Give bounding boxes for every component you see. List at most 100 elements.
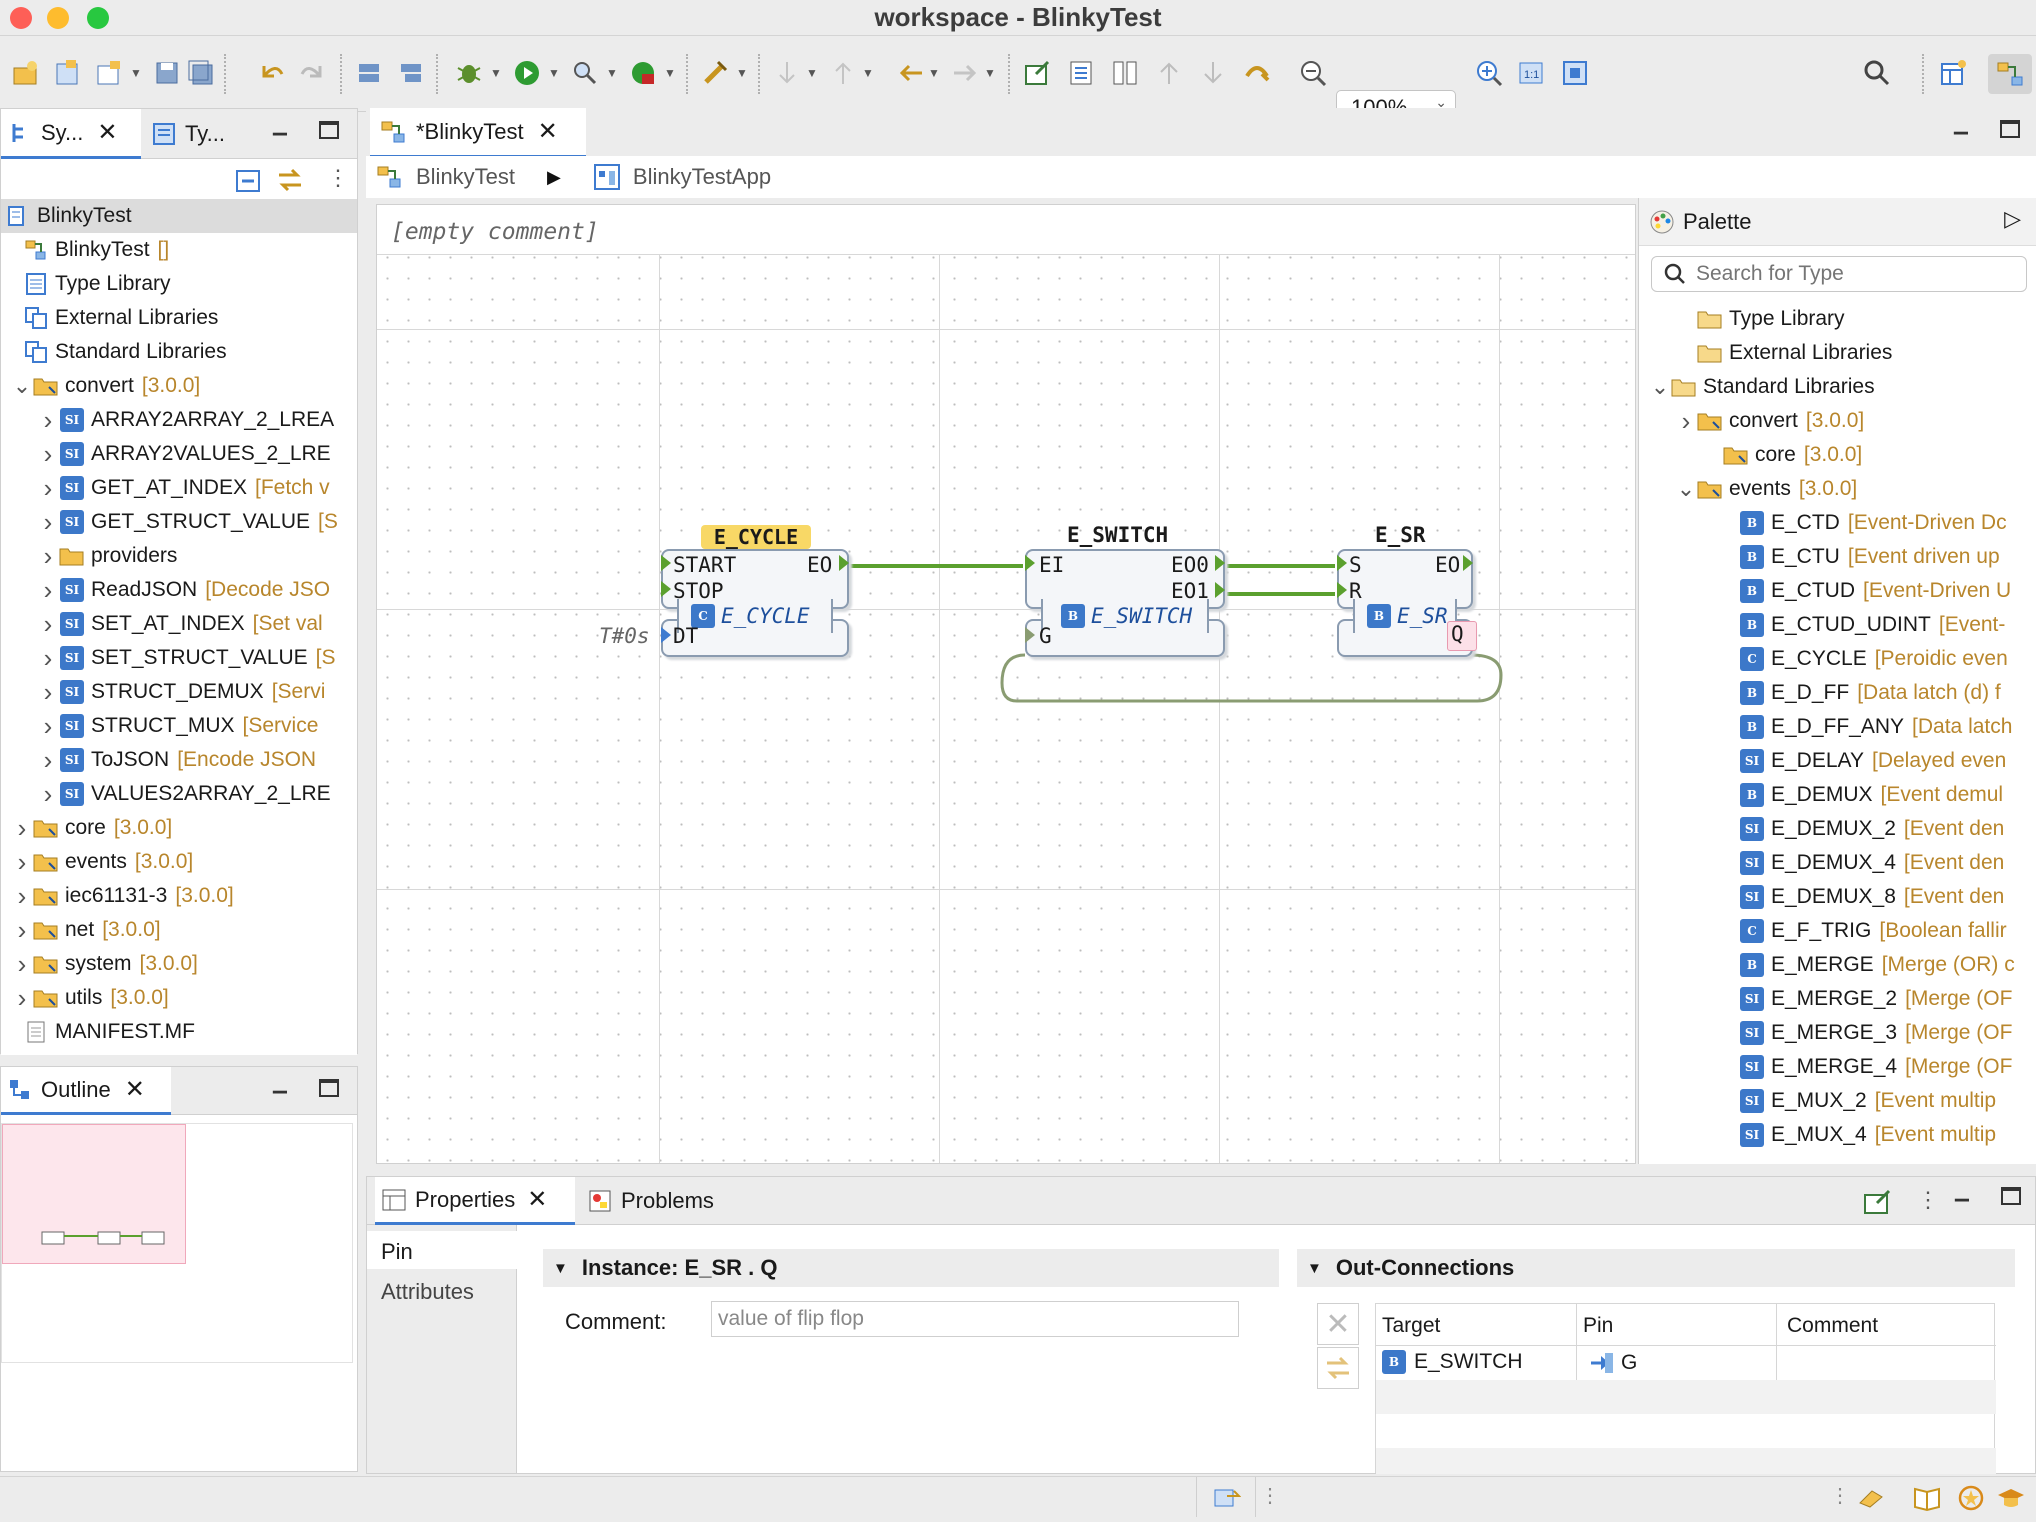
close-icon[interactable]: ✕ xyxy=(97,118,117,147)
delete-connection-icon[interactable]: ✕ xyxy=(1317,1303,1359,1345)
palette-fb-item[interactable]: C E_CYCLE [Peroidic even xyxy=(1639,642,2036,676)
connection-icon[interactable] xyxy=(1240,56,1274,90)
save-icon[interactable] xyxy=(150,56,184,90)
palette-fb-item[interactable]: B E_DEMUX [Event demul xyxy=(1639,778,2036,812)
tip-icon[interactable] xyxy=(1856,1483,1886,1513)
tree-item-library[interactable]: › events [3.0.0] xyxy=(1,845,357,879)
tree-item-library[interactable]: › utils [3.0.0] xyxy=(1,981,357,1015)
column-pin[interactable]: Pin xyxy=(1576,1304,1619,1346)
new-file-icon[interactable] xyxy=(50,56,84,90)
chevron-right-icon[interactable]: › xyxy=(11,847,33,878)
fb-network-canvas[interactable]: [empty comment] E_CYCLE C E_CYCLE START … xyxy=(376,204,1636,1164)
maximize-icon[interactable] xyxy=(2001,1187,2021,1205)
maximize-icon[interactable] xyxy=(2000,120,2020,138)
progress-icon[interactable] xyxy=(1196,1477,1256,1517)
palette-fb-item[interactable]: B E_CTUD [Event-Driven U xyxy=(1639,574,2036,608)
new-type-icon[interactable] xyxy=(92,56,126,90)
chevron-down-icon[interactable]: ⌄ xyxy=(11,373,33,399)
back-dropdown-icon[interactable]: ▼ xyxy=(928,66,940,80)
chevron-right-icon[interactable]: › xyxy=(37,643,59,674)
minimize-icon[interactable]: ▁ xyxy=(273,1073,287,1094)
tree-item-standard-libraries[interactable]: Standard Libraries xyxy=(1,335,357,369)
palette-events[interactable]: ⌄ events [3.0.0] xyxy=(1639,472,2036,506)
connection-q-g[interactable] xyxy=(1000,653,1503,703)
minimize-icon[interactable]: ▁ xyxy=(273,115,287,136)
properties-view-icon[interactable] xyxy=(1064,56,1098,90)
section-attributes[interactable]: Attributes xyxy=(367,1271,517,1309)
chevron-right-icon[interactable]: › xyxy=(11,949,33,980)
chevron-right-icon[interactable]: › xyxy=(37,609,59,640)
tree-item-convert-child[interactable]: › SI STRUCT_MUX [Service xyxy=(1,709,357,743)
pin-start[interactable]: START xyxy=(673,553,736,577)
debug-icon[interactable] xyxy=(452,56,486,90)
chevron-right-icon[interactable]: › xyxy=(1675,406,1697,437)
tree-item-convert-child[interactable]: › providers xyxy=(1,539,357,573)
goto-target-icon[interactable] xyxy=(1317,1347,1359,1389)
debug-dropdown-icon[interactable]: ▼ xyxy=(490,66,502,80)
palette-fb-item[interactable]: SI E_MERGE_2 [Merge (OF xyxy=(1639,982,2036,1016)
next-annotation-icon[interactable] xyxy=(770,56,804,90)
tree-item-convert-child[interactable]: › SI SET_STRUCT_VALUE [S xyxy=(1,641,357,675)
chevron-right-icon[interactable]: › xyxy=(11,983,33,1014)
tree-item-convert-child[interactable]: › SI ARRAY2VALUES_2_LRE xyxy=(1,437,357,471)
pin-eo[interactable]: EO xyxy=(807,553,832,577)
prev-annotation-icon[interactable] xyxy=(826,56,860,90)
breadcrumb-item[interactable]: BlinkyTest xyxy=(416,164,515,190)
tab-type-navigator[interactable]: Ty... xyxy=(147,109,257,159)
chevron-right-icon[interactable]: › xyxy=(37,405,59,436)
move-up-icon[interactable] xyxy=(1152,56,1186,90)
pin-ei[interactable]: EI xyxy=(1039,553,1064,577)
new-project-icon[interactable] xyxy=(8,56,42,90)
tree-item-convert-child[interactable]: › SI VALUES2ARRAY_2_LRE xyxy=(1,777,357,811)
pin-view-icon[interactable] xyxy=(1863,1187,1893,1217)
actual-size-icon[interactable]: 1:1 xyxy=(1514,56,1548,90)
fit-page-icon[interactable] xyxy=(1558,56,1592,90)
palette-fb-item[interactable]: SI E_MERGE_3 [Merge (OF xyxy=(1639,1016,2036,1050)
section-pin[interactable]: Pin xyxy=(367,1231,517,1269)
palette-fb-item[interactable]: SI E_MUX_2 [Event multip xyxy=(1639,1084,2036,1118)
column-comment[interactable]: Comment xyxy=(1776,1304,1888,1346)
palette-fb-item[interactable]: B E_MERGE [Merge (OR) c xyxy=(1639,948,2036,982)
zoom-in-icon[interactable] xyxy=(1472,56,1506,90)
open-perspective-icon[interactable] xyxy=(1936,56,1970,90)
tree-item-external-libraries[interactable]: External Libraries xyxy=(1,301,357,335)
fb-instance-name-e-switch[interactable]: E_SWITCH xyxy=(1067,523,1168,547)
chevron-right-icon[interactable]: › xyxy=(37,541,59,572)
palette-fb-item[interactable]: SI E_MUX_4 [Event multip xyxy=(1639,1118,2036,1152)
deploy-icon[interactable] xyxy=(352,56,386,90)
view-menu-icon[interactable]: ⋮ xyxy=(327,165,349,191)
out-connections-header[interactable]: ▼ Out-Connections xyxy=(1297,1249,2015,1287)
breadcrumb-item[interactable]: BlinkyTestApp xyxy=(633,164,771,190)
pin-g[interactable]: G xyxy=(1039,624,1052,648)
close-icon[interactable]: ✕ xyxy=(538,117,558,146)
chevron-right-icon[interactable]: › xyxy=(37,439,59,470)
redo-icon[interactable] xyxy=(296,56,330,90)
tree-item-convert-child[interactable]: › SI GET_AT_INDEX [Fetch v xyxy=(1,471,357,505)
view-menu-icon[interactable]: ⋮ xyxy=(1917,1187,1939,1213)
save-all-icon[interactable] xyxy=(184,56,218,90)
undo-icon[interactable] xyxy=(254,56,288,90)
outline-thumbnail[interactable] xyxy=(1,1123,353,1363)
pin-eo0[interactable]: EO0 xyxy=(1171,553,1209,577)
tree-item-convert-child[interactable]: › SI ReadJSON [Decode JSO xyxy=(1,573,357,607)
search-icon[interactable] xyxy=(1860,56,1894,90)
palette-type-library[interactable]: Type Library xyxy=(1639,302,2036,336)
move-down-icon[interactable] xyxy=(1196,56,1230,90)
prev-dropdown-icon[interactable]: ▼ xyxy=(862,66,874,80)
pin-stop[interactable]: STOP xyxy=(673,579,724,603)
tree-item-blinkytest-system[interactable]: BlinkyTest [] xyxy=(1,233,357,267)
pin-eo[interactable]: EO xyxy=(1435,553,1460,577)
palette-fb-item[interactable]: SI E_DEMUX_4 [Event den xyxy=(1639,846,2036,880)
external-tools-icon[interactable] xyxy=(626,56,660,90)
palette-fb-item[interactable]: B E_D_FF [Data latch (d) f xyxy=(1639,676,2036,710)
palette-external-libraries[interactable]: External Libraries xyxy=(1639,336,2036,370)
chevron-right-icon[interactable]: › xyxy=(11,915,33,946)
tab-problems[interactable]: Problems xyxy=(583,1177,743,1225)
export-icon[interactable] xyxy=(1020,56,1054,90)
4diac-perspective-icon[interactable] xyxy=(1988,54,2032,94)
tree-item-convert-child[interactable]: › SI ToJSON [Encode JSON xyxy=(1,743,357,777)
palette-fb-item[interactable]: B E_D_FF_ANY [Data latch xyxy=(1639,710,2036,744)
chevron-right-icon[interactable]: › xyxy=(11,881,33,912)
fb-instance-name-e-cycle[interactable]: E_CYCLE xyxy=(701,525,811,549)
tutorial-icon[interactable] xyxy=(1996,1483,2026,1513)
